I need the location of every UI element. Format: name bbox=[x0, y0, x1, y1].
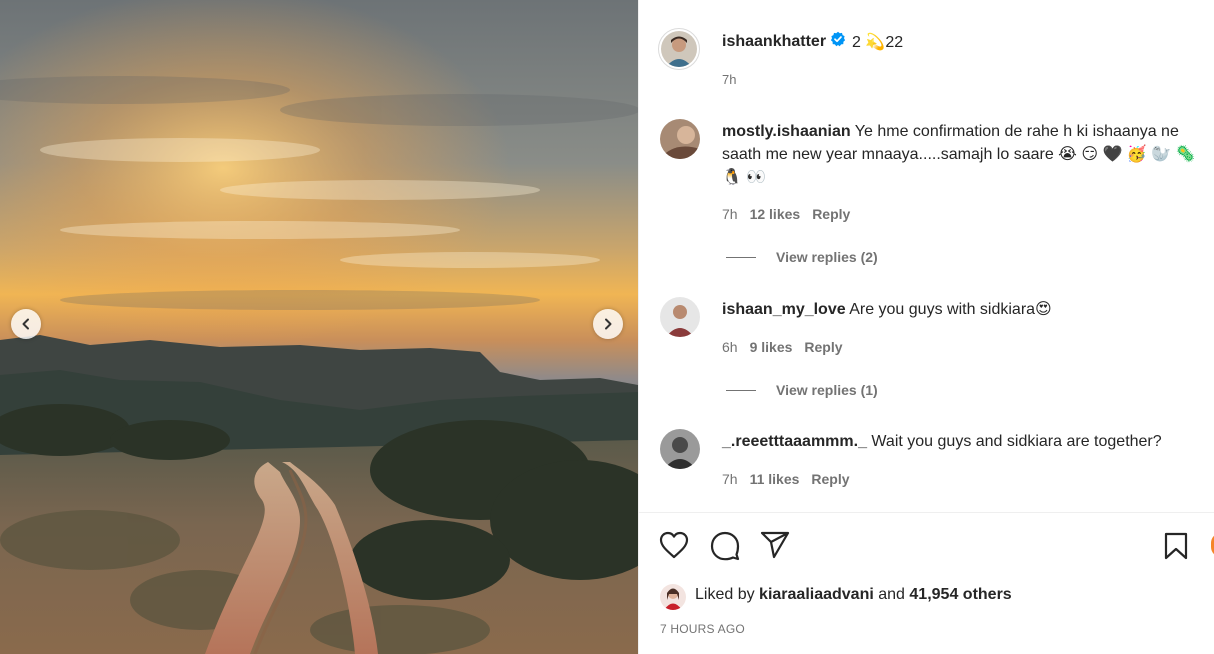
comment-username[interactable]: _.reeetttaaammm._ bbox=[722, 433, 867, 450]
post-photo bbox=[0, 0, 638, 654]
caption-text: 2 💫22 bbox=[852, 33, 904, 51]
view-replies-label: View replies (1) bbox=[776, 382, 878, 398]
liked-by-text: Liked by kiaraaliaadvani and 41,954 othe… bbox=[695, 586, 1012, 604]
share-icon bbox=[760, 531, 790, 563]
chevron-right-icon bbox=[602, 318, 614, 330]
comments-panel: ishaankhatter 2 💫22 7h mostly.ishaanian … bbox=[638, 0, 1214, 654]
reply-button[interactable]: Reply bbox=[804, 339, 842, 355]
like-button[interactable] bbox=[659, 531, 689, 564]
sunset-landscape-image bbox=[0, 0, 638, 654]
author-avatar[interactable] bbox=[658, 28, 700, 70]
view-replies-button[interactable]: View replies (1) bbox=[726, 382, 878, 398]
liked-by-avatar[interactable] bbox=[660, 584, 686, 610]
liked-others[interactable]: 41,954 others bbox=[909, 586, 1011, 603]
save-button[interactable] bbox=[1164, 532, 1188, 565]
comment-text-block: ishaan_my_love Are you guys with sidkiar… bbox=[722, 298, 1212, 321]
section-divider bbox=[639, 512, 1214, 513]
comment-emojis: 😍 bbox=[1035, 301, 1052, 318]
comment-time: 6h bbox=[722, 339, 738, 355]
comment-username[interactable]: ishaan_my_love bbox=[722, 301, 846, 318]
bookmark-icon bbox=[1164, 532, 1188, 564]
comment-button[interactable] bbox=[710, 531, 740, 566]
comment-meta: 6h 9 likes Reply bbox=[722, 339, 843, 355]
comment-username[interactable]: mostly.ishaanian bbox=[722, 123, 851, 140]
comment-meta: 7h 11 likes Reply bbox=[722, 471, 850, 487]
previous-photo-button[interactable] bbox=[11, 309, 41, 339]
comment-likes[interactable]: 9 likes bbox=[750, 339, 793, 355]
comment-likes[interactable]: 11 likes bbox=[750, 471, 800, 487]
post-timestamp[interactable]: 7 HOURS AGO bbox=[660, 622, 745, 636]
liked-prefix: Liked by bbox=[695, 586, 755, 603]
author-username[interactable]: ishaankhatter bbox=[722, 33, 826, 51]
commenter-avatar[interactable] bbox=[660, 119, 700, 159]
comment-body: Are you guys with sidkiara bbox=[849, 301, 1036, 318]
comment-time: 7h bbox=[722, 471, 738, 487]
reply-button[interactable]: Reply bbox=[812, 206, 850, 222]
view-replies-button[interactable]: View replies (2) bbox=[726, 249, 878, 265]
share-button[interactable] bbox=[760, 531, 790, 564]
chevron-left-icon bbox=[20, 318, 32, 330]
liked-and: and bbox=[878, 586, 905, 603]
replies-divider-line bbox=[726, 389, 756, 391]
liked-username[interactable]: kiaraaliaadvani bbox=[759, 586, 874, 603]
verified-badge-icon bbox=[830, 31, 846, 52]
view-replies-label: View replies (2) bbox=[776, 249, 878, 265]
commenter-avatar[interactable] bbox=[660, 429, 700, 469]
commenter-avatar[interactable] bbox=[660, 297, 700, 337]
caption-line: ishaankhatter 2 💫22 bbox=[722, 31, 903, 52]
comment-time: 7h bbox=[722, 206, 738, 222]
comment-icon bbox=[710, 531, 740, 565]
replies-divider-line bbox=[726, 256, 756, 258]
comment-text-block: mostly.ishaanian Ye hme confirmation de … bbox=[722, 120, 1212, 189]
caption-time: 7h bbox=[722, 72, 737, 87]
next-photo-button[interactable] bbox=[593, 309, 623, 339]
comment-text-block: _.reeetttaaammm._ Wait you guys and sidk… bbox=[722, 430, 1212, 453]
comment-body: Wait you guys and sidkiara are together? bbox=[871, 433, 1162, 450]
comment-meta: 7h 12 likes Reply bbox=[722, 206, 850, 222]
heart-icon bbox=[659, 531, 689, 563]
comment-likes[interactable]: 12 likes bbox=[750, 206, 801, 222]
reply-button[interactable]: Reply bbox=[811, 471, 849, 487]
